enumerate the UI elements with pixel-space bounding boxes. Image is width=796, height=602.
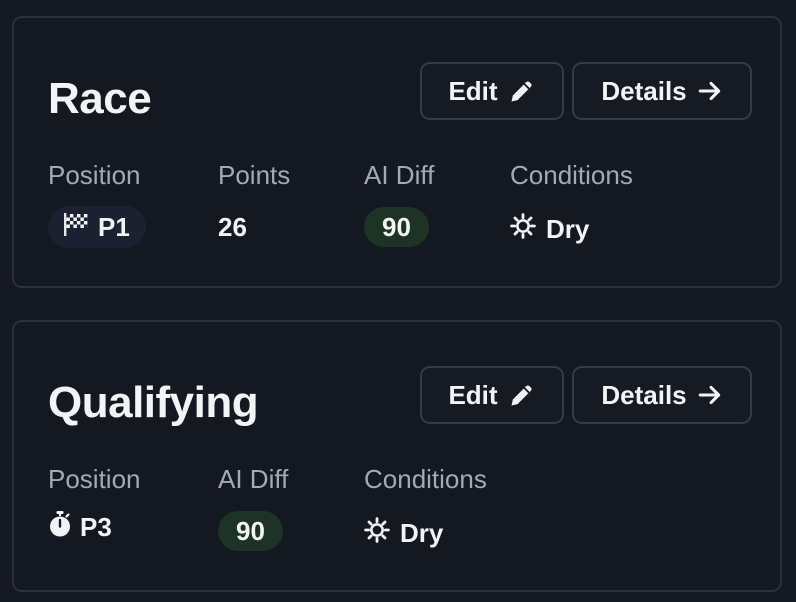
stopwatch-icon: [48, 510, 72, 545]
pencil-icon: [508, 381, 536, 409]
arrow-right-icon: [697, 78, 723, 104]
details-label: Details: [601, 75, 687, 106]
position-text: P1: [98, 211, 130, 242]
edit-button[interactable]: Edit: [420, 366, 564, 424]
edit-label: Edit: [448, 379, 498, 410]
conditions-text: Dry: [546, 213, 590, 244]
checkered-flag-icon: [62, 211, 90, 244]
position-value: P3: [48, 506, 112, 548]
sun-icon: [510, 212, 536, 246]
ai-diff-label: AI Diff: [364, 160, 435, 190]
conditions-value: Dry: [510, 208, 589, 250]
pencil-icon: [508, 77, 536, 105]
ai-diff-label: AI Diff: [218, 464, 289, 494]
conditions-label: Conditions: [510, 160, 633, 190]
points-value: 26: [218, 211, 247, 242]
ai-diff-badge: 90: [218, 511, 283, 551]
card-title: Qualifying: [48, 378, 259, 427]
details-button[interactable]: Details: [572, 366, 752, 424]
arrow-right-icon: [697, 382, 723, 408]
qualifying-card: Qualifying Edit Details Position P3 AI D…: [12, 320, 782, 592]
edit-button[interactable]: Edit: [420, 62, 564, 120]
position-text: P3: [80, 511, 112, 542]
position-label: Position: [48, 160, 141, 190]
position-label: Position: [48, 464, 141, 494]
conditions-value: Dry: [364, 512, 443, 554]
details-button[interactable]: Details: [572, 62, 752, 120]
conditions-text: Dry: [400, 517, 444, 548]
conditions-label: Conditions: [364, 464, 487, 494]
position-value: P1: [48, 206, 146, 248]
edit-label: Edit: [448, 75, 498, 106]
race-card: Race Edit Details Position P1 Points 26 …: [12, 16, 782, 288]
details-label: Details: [601, 379, 687, 410]
points-label: Points: [218, 160, 291, 190]
sun-icon: [364, 516, 390, 550]
ai-diff-badge: 90: [364, 207, 429, 247]
card-title: Race: [48, 74, 152, 123]
